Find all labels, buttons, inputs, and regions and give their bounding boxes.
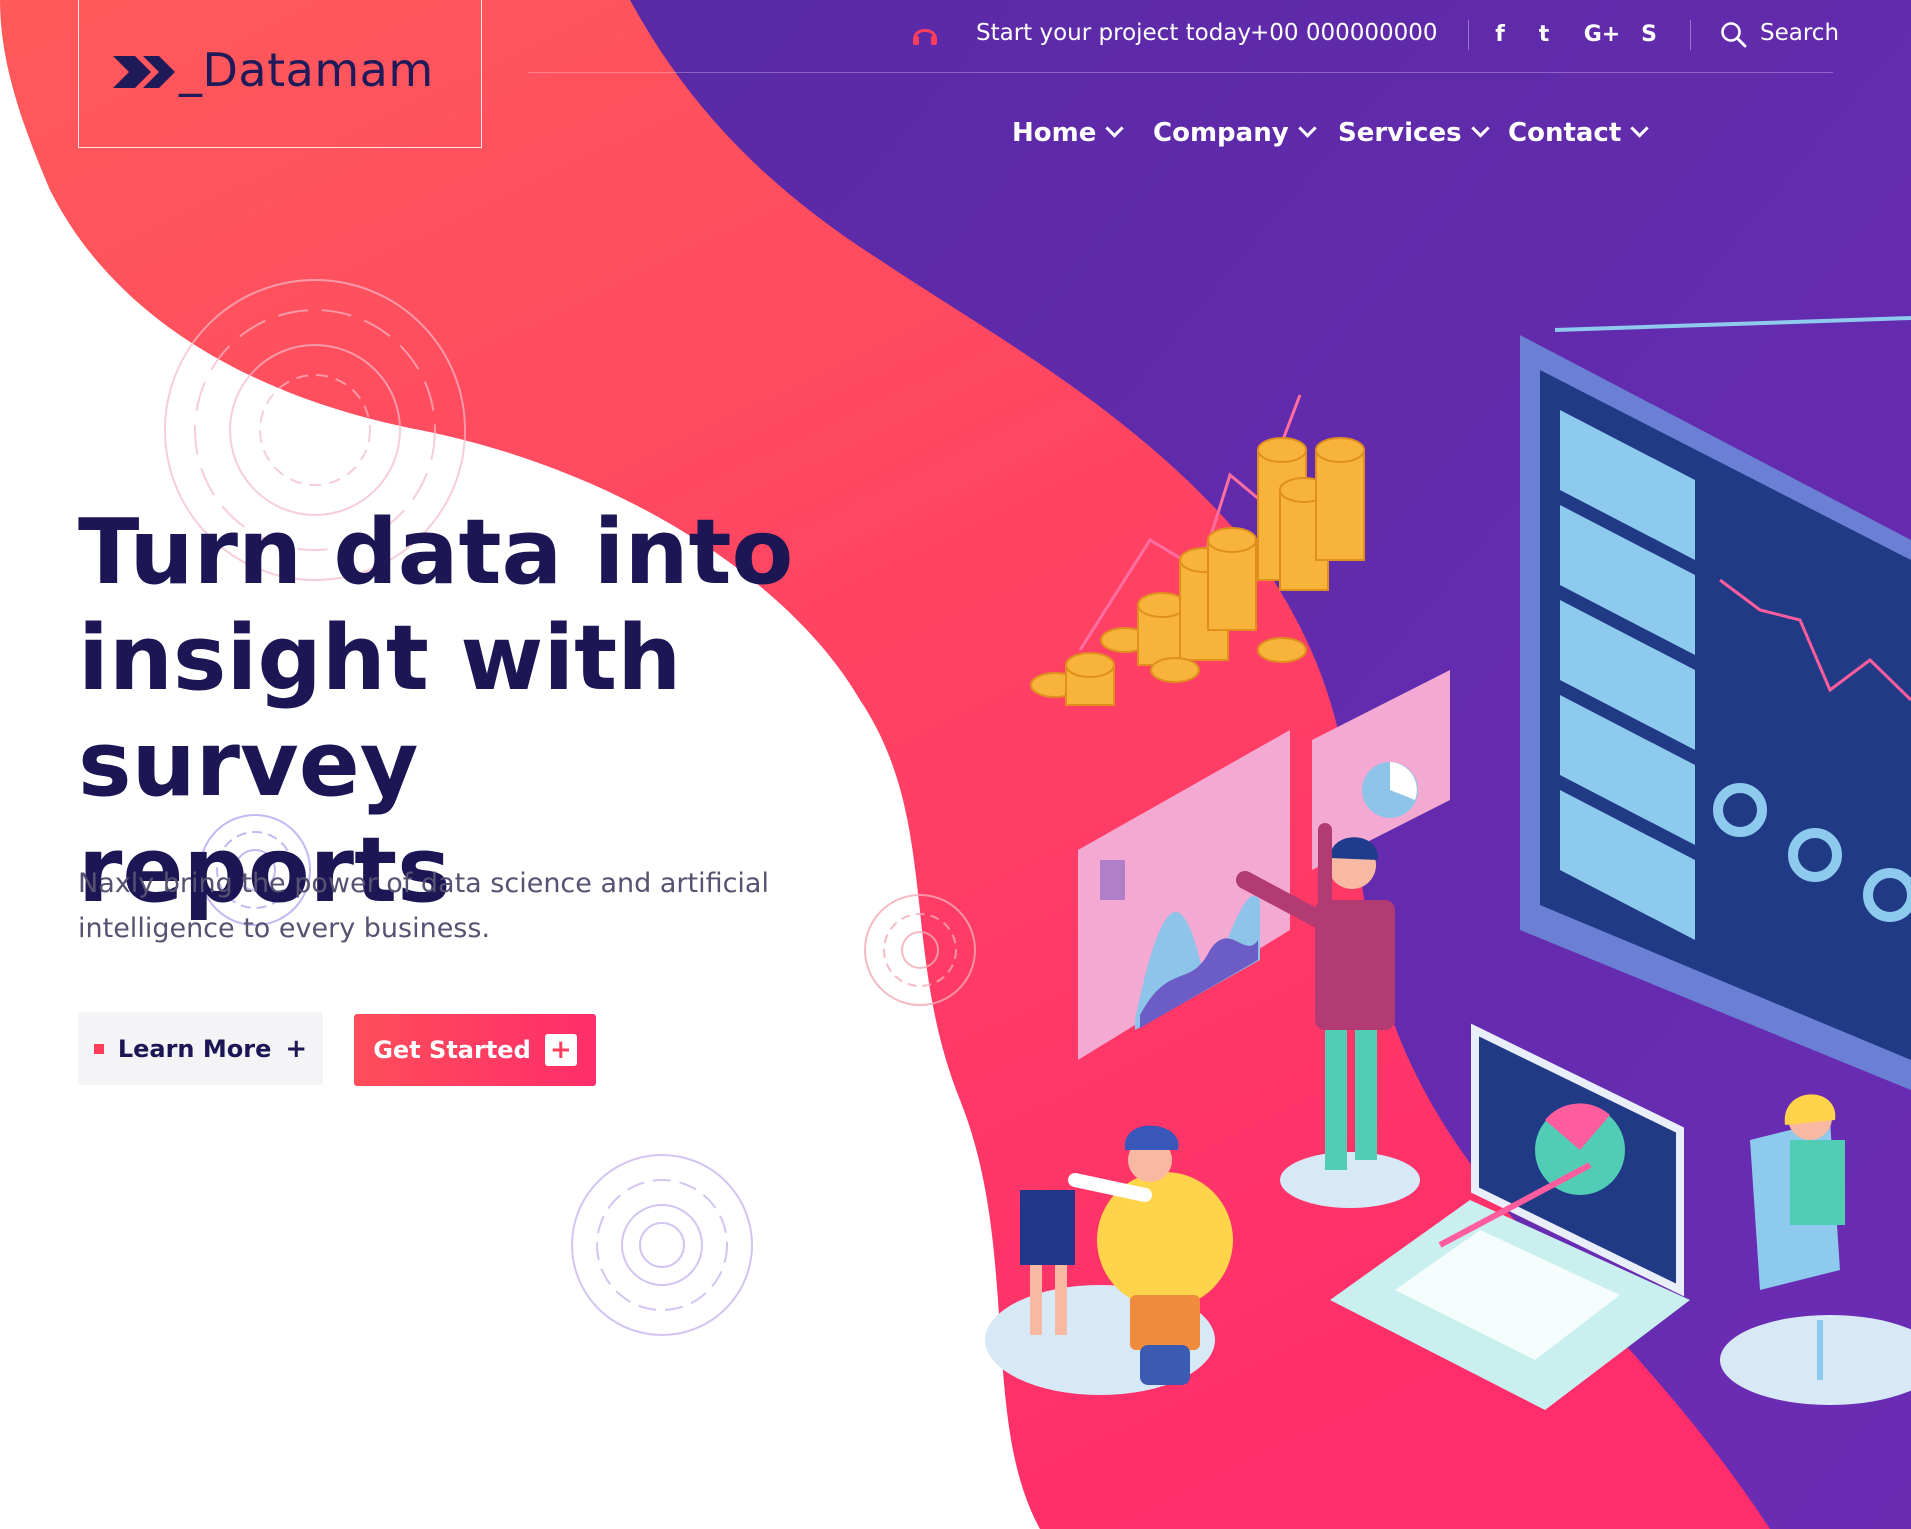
learn-more-label: Learn More — [117, 1034, 272, 1063]
circuit-ring-bottom — [571, 1154, 753, 1336]
analytics-panel-right — [1312, 670, 1450, 870]
chevron-down-icon — [1630, 119, 1649, 138]
nav-item-label: Services — [1338, 118, 1462, 148]
large-monitor — [1520, 316, 1911, 1090]
plus-icon: + — [285, 1033, 308, 1064]
square-bullet-icon — [93, 1043, 104, 1054]
top-bar: Start your project today +00 000000000 f… — [0, 0, 1911, 73]
hero-subtitle-line: Naxly bring the power of data science an… — [78, 868, 769, 899]
headset-icon — [913, 29, 937, 45]
nav-item-label: Contact — [1508, 118, 1622, 148]
get-started-button[interactable]: Get Started + — [354, 1014, 596, 1086]
coins-stack — [1030, 394, 1365, 706]
person-standing — [1236, 823, 1420, 1208]
hero-title-line: insight with survey — [78, 606, 682, 817]
facebook-icon[interactable]: f — [1485, 22, 1515, 47]
nav-item-home[interactable]: Home — [1012, 118, 1125, 148]
nav-item-label: Company — [1153, 118, 1289, 148]
project-cta-text: Start your project today — [976, 20, 1252, 46]
skype-icon[interactable]: S — [1634, 22, 1664, 47]
nav-item-company[interactable]: Company — [1153, 118, 1317, 148]
chevron-down-icon — [1297, 119, 1317, 138]
plus-icon: + — [544, 1034, 577, 1066]
laptop — [1330, 1023, 1690, 1410]
person-seated — [1720, 1094, 1911, 1405]
search-button[interactable]: Search — [1760, 20, 1839, 46]
get-started-label: Get Started — [373, 1036, 531, 1064]
nav-item-contact[interactable]: Contact — [1508, 118, 1649, 148]
nav-item-services[interactable]: Services — [1338, 118, 1490, 148]
search-icon[interactable] — [1719, 20, 1747, 48]
hero-subtitle: Naxly bring the power of data science an… — [78, 861, 778, 951]
header-divider-line — [528, 72, 1833, 73]
hero-title-line: Turn data into — [78, 500, 794, 605]
learn-more-button[interactable]: Learn More + — [78, 1012, 323, 1085]
phone-number[interactable]: +00 000000000 — [1250, 20, 1438, 46]
divider — [1468, 20, 1469, 50]
twitter-icon[interactable]: t — [1529, 22, 1559, 47]
divider — [1690, 20, 1691, 50]
nav-item-label: Home — [1012, 118, 1097, 148]
hero-subtitle-line: intelligence to every business. — [78, 913, 491, 944]
chevron-down-icon — [1105, 119, 1125, 138]
google-plus-icon[interactable]: G+ — [1582, 22, 1622, 47]
chevron-down-icon — [1470, 119, 1490, 138]
